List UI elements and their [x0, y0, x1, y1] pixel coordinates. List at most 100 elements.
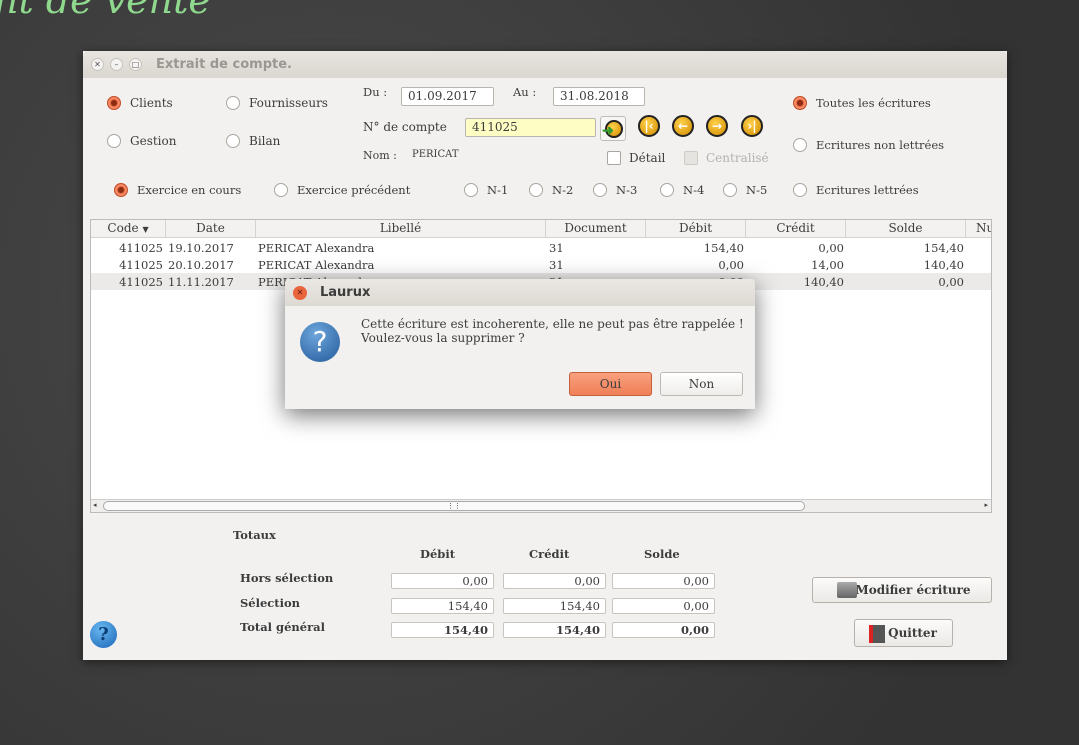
total-debit-field: 0,00	[391, 573, 494, 589]
cell-date: 19.10.2017	[168, 241, 234, 255]
dialog-close-button[interactable]: ✕	[293, 286, 307, 300]
cell-debit: 0,00	[718, 258, 744, 272]
non-button[interactable]: Non	[660, 372, 743, 396]
account-number-input[interactable]: 411025	[465, 118, 596, 137]
header-debit[interactable]: Débit	[646, 220, 746, 238]
next-record-button[interactable]: →	[706, 115, 728, 137]
header-code[interactable]: Code ▼	[91, 220, 166, 238]
dialog-message-line1: Cette écriture est incoherente, elle ne …	[361, 317, 744, 331]
dialog-title-bar: ✕ Laurux	[285, 279, 755, 306]
label-n-3: N-3	[616, 183, 638, 197]
detail-label: Détail	[629, 151, 666, 165]
label-exercice-en-cours: Exercice en cours	[137, 183, 242, 197]
du-label: Du :	[363, 85, 388, 99]
radio-exercice-precedent[interactable]	[274, 183, 288, 197]
scrollbar-thumb[interactable]: ⋮⋮	[103, 501, 805, 511]
radio-bilan[interactable]	[226, 134, 240, 148]
nom-label: Nom :	[363, 149, 397, 162]
cell-libelle: PERICAT Alexandra	[258, 241, 375, 255]
sort-down-icon: ▼	[142, 225, 149, 234]
cell-credit: 14,00	[811, 258, 844, 272]
cell-code: 411025	[119, 241, 163, 255]
nom-value: PERICAT	[412, 149, 459, 160]
date-from-input[interactable]: 01.09.2017	[401, 87, 494, 106]
radio-n-4[interactable]	[660, 183, 674, 197]
previous-record-button[interactable]: ←	[672, 115, 694, 137]
cell-credit: 140,40	[803, 275, 844, 289]
exit-door-icon	[869, 625, 885, 643]
window-title: Extrait de compte.	[156, 57, 292, 72]
cell-solde: 154,40	[923, 241, 964, 255]
label-toutes-ecritures: Toutes les écritures	[816, 96, 931, 110]
total-credit-field: 0,00	[503, 573, 606, 589]
scroll-right-icon[interactable]: ▸	[984, 501, 988, 509]
close-button[interactable]: ✕	[91, 58, 104, 71]
table-row[interactable]: 411025 20.10.2017 PERICAT Alexandra 31 0,00 1…	[91, 256, 991, 273]
radio-n-1[interactable]	[464, 183, 478, 197]
confirm-dialog: ✕ Laurux ? Cette écriture est incoherent…	[285, 279, 755, 409]
scroll-left-icon[interactable]: ◂	[93, 501, 97, 509]
header-numero[interactable]: Nu	[966, 220, 991, 238]
radio-non-lettrees[interactable]	[793, 138, 807, 152]
au-label: Au :	[513, 85, 537, 99]
totals-row-label: Hors sélection	[240, 571, 334, 585]
edit-icon	[837, 582, 857, 598]
oui-button[interactable]: Oui	[569, 372, 652, 396]
last-record-button[interactable]: ›|	[741, 115, 763, 137]
radio-gestion[interactable]	[107, 134, 121, 148]
total-solde-field: 0,00	[612, 598, 715, 614]
radio-n-5[interactable]	[723, 183, 737, 197]
total-solde-field: 0,00	[612, 622, 715, 638]
radio-lettrees[interactable]	[793, 183, 807, 197]
totals-row-label: Total général	[240, 620, 325, 634]
cell-date: 20.10.2017	[168, 258, 234, 272]
validate-account-button[interactable]: ➜	[600, 116, 626, 141]
quitter-button[interactable]: Quitter	[854, 619, 953, 647]
radio-fournisseurs[interactable]	[226, 96, 240, 110]
totals-row-label: Sélection	[240, 596, 301, 610]
green-arrow-icon: ➜	[602, 123, 614, 139]
title-bar: ✕ – □ Extrait de compte.	[83, 51, 1007, 78]
header-document[interactable]: Document	[546, 220, 646, 238]
maximize-button[interactable]: □	[129, 58, 142, 71]
first-record-button[interactable]: |‹	[638, 115, 660, 137]
label-n-1: N-1	[487, 183, 509, 197]
label-n-4: N-4	[683, 183, 705, 197]
label-n-5: N-5	[746, 183, 768, 197]
dialog-message-line2: Voulez-vous la supprimer ?	[361, 331, 525, 345]
cell-document: 31	[549, 241, 564, 255]
cell-solde: 140,40	[923, 258, 964, 272]
minimize-button[interactable]: –	[110, 58, 123, 71]
radio-exercice-en-cours[interactable]	[114, 183, 128, 197]
header-solde[interactable]: Solde	[846, 220, 966, 238]
label-lettrees: Ecritures lettrées	[816, 183, 919, 197]
total-solde-field: 0,00	[612, 573, 715, 589]
question-icon: ?	[300, 322, 340, 362]
help-button[interactable]: ?	[90, 621, 117, 648]
date-to-input[interactable]: 31.08.2018	[553, 87, 645, 106]
radio-n-2[interactable]	[529, 183, 543, 197]
total-debit-field: 154,40	[391, 598, 494, 614]
header-libelle[interactable]: Libellé	[256, 220, 546, 238]
radio-n-3[interactable]	[593, 183, 607, 197]
totals-solde-header: Solde	[644, 547, 680, 561]
radio-toutes-ecritures[interactable]	[793, 96, 807, 110]
cell-credit: 0,00	[818, 241, 844, 255]
modifier-ecriture-button[interactable]: Modifier écriture	[812, 577, 992, 603]
total-credit-field: 154,40	[503, 598, 606, 614]
compte-label: N° de compte	[363, 120, 447, 134]
header-date[interactable]: Date	[166, 220, 256, 238]
label-bilan: Bilan	[249, 134, 281, 148]
centralise-checkbox[interactable]	[684, 151, 698, 165]
header-credit[interactable]: Crédit	[746, 220, 846, 238]
total-debit-field: 154,40	[391, 622, 494, 638]
radio-clients[interactable]	[107, 96, 121, 110]
cell-document: 31	[549, 258, 564, 272]
cell-solde: 0,00	[938, 275, 964, 289]
horizontal-scrollbar[interactable]: ◂ ⋮⋮ ▸	[91, 499, 991, 512]
detail-checkbox[interactable]	[607, 151, 621, 165]
centralise-label: Centralisé	[706, 151, 769, 165]
background-title: nt de vente	[0, 0, 211, 22]
table-row[interactable]: 411025 19.10.2017 PERICAT Alexandra 31 154,4…	[91, 239, 991, 256]
modifier-label: Modifier écriture	[855, 583, 971, 597]
